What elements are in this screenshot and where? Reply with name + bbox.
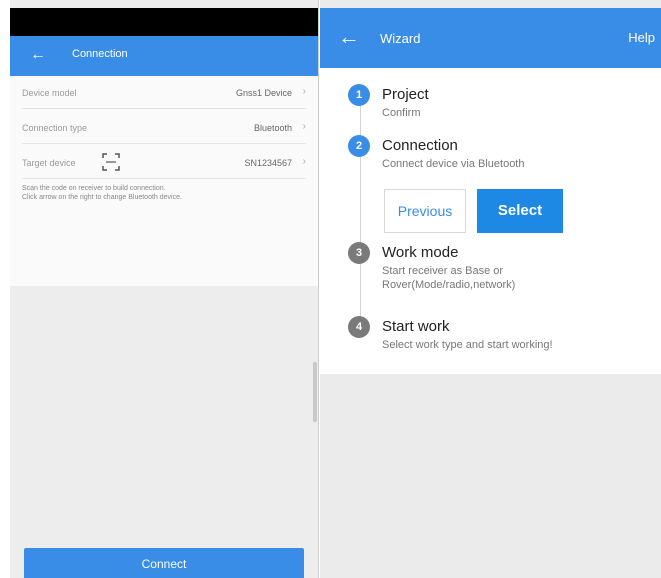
previous-button[interactable]: Previous (384, 189, 466, 233)
connection-type-value: Bluetooth (253, 123, 292, 133)
chevron-right-icon[interactable]: › (303, 156, 306, 167)
step-description: Confirm (382, 107, 421, 119)
step-number: 3 (348, 242, 370, 264)
connection-hint: Scan the code on receiver to build conne… (22, 184, 292, 202)
connection-screen: ← Connection Device model Gnss1 Device ›… (10, 0, 319, 578)
step-title: Work mode (382, 244, 459, 261)
step-number: 4 (348, 316, 370, 338)
step-number: 2 (348, 135, 370, 157)
connect-button[interactable]: Connect (24, 548, 304, 578)
step-number: 1 (348, 84, 370, 106)
hint-line: Click arrow on the right to change Bluet… (22, 194, 182, 201)
step-title: Connection (382, 137, 458, 154)
page-title: Connection (72, 48, 128, 60)
device-model-label: Device model (22, 88, 77, 98)
device-model-value: Gnss1 Device (235, 88, 292, 98)
connection-type-row[interactable]: Connection type Bluetooth › (22, 113, 306, 144)
wizard-app-bar: ← Wizard Help (320, 8, 661, 68)
timeline-line (360, 96, 361, 336)
step-description: Start receiver as Base or Rover(Mode/rad… (382, 265, 516, 291)
step-title: Project (382, 86, 429, 103)
step-description: Connect device via Bluetooth (382, 158, 525, 170)
connection-type-label: Connection type (22, 123, 88, 133)
wizard-steps: 1 Project Confirm 2 Connection Connect d… (320, 68, 661, 374)
connection-app-bar: ← Connection (10, 36, 318, 76)
hint-line: Scan the code on receiver to build conne… (22, 185, 166, 192)
arrow-left-icon[interactable]: ← (30, 45, 46, 65)
connection-form: Device model Gnss1 Device › Connection t… (10, 76, 318, 286)
target-device-label: Target device (22, 158, 76, 168)
target-device-value: SN1234567 (244, 158, 292, 168)
select-button[interactable]: Select (477, 189, 563, 233)
arrow-left-icon[interactable]: ← (338, 26, 360, 48)
step-title: Start work (382, 318, 450, 335)
chevron-right-icon[interactable]: › (303, 121, 306, 132)
wizard-screen: ← Wizard Help 1 Project Confirm 2 Connec… (320, 0, 661, 578)
status-bar (10, 8, 318, 36)
scrollbar[interactable] (313, 362, 317, 422)
help-button[interactable]: Help (628, 30, 655, 45)
target-device-row[interactable]: Target device SN1234567 › (22, 148, 306, 179)
step-description: Select work type and start working! (382, 339, 553, 351)
chevron-right-icon[interactable]: › (303, 86, 306, 97)
device-model-row[interactable]: Device model Gnss1 Device › (22, 78, 306, 109)
page-title: Wizard (380, 31, 421, 46)
qr-scan-icon[interactable] (102, 153, 120, 171)
